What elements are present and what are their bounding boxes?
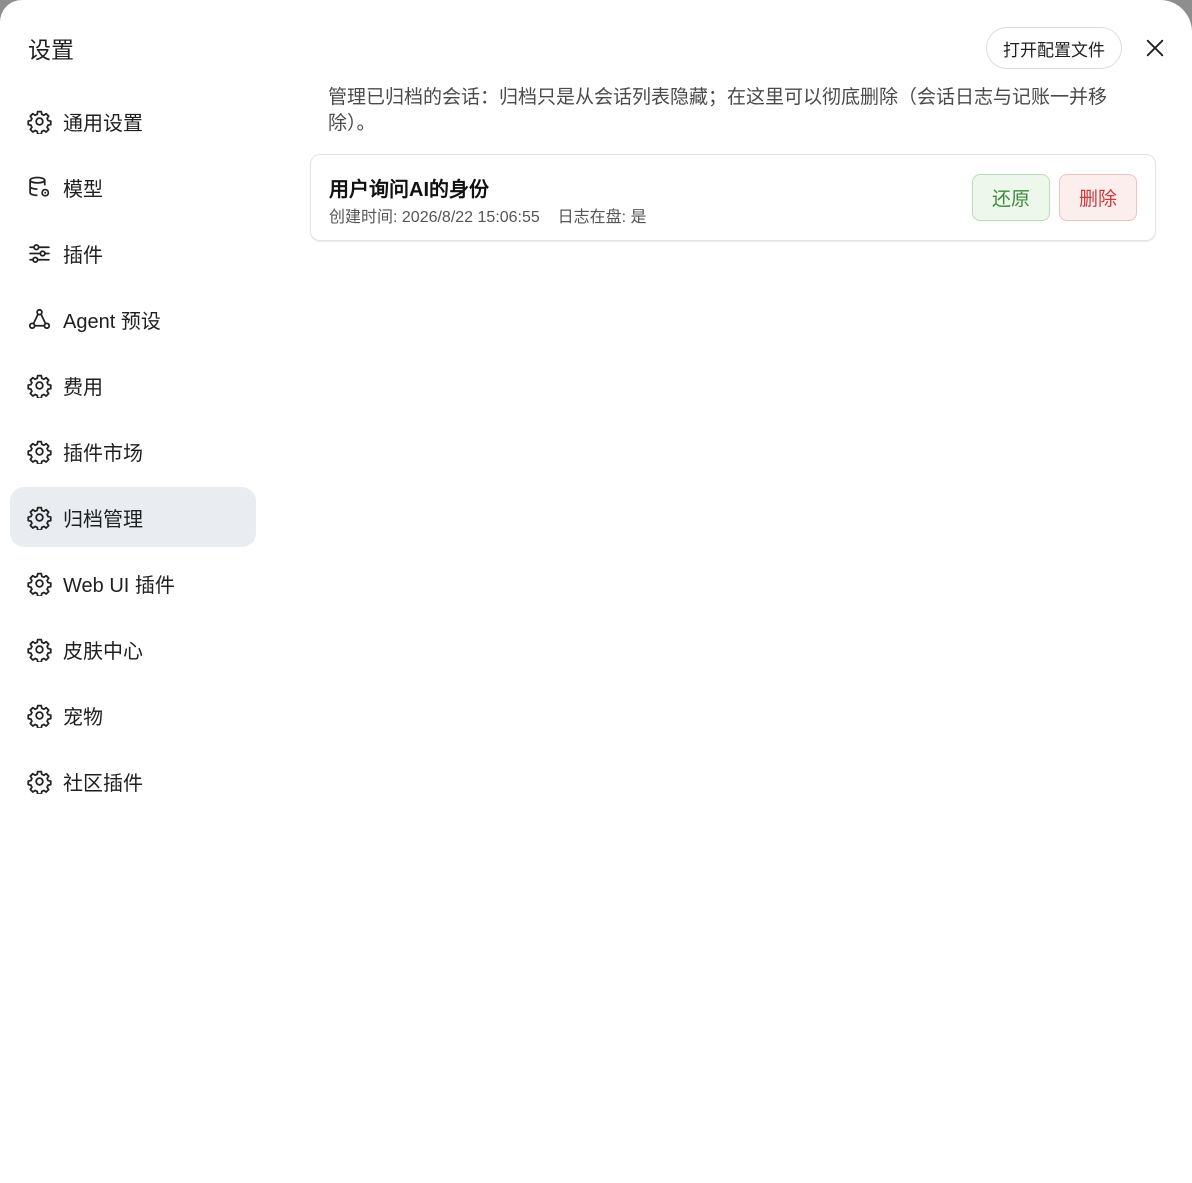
sidebar-item-costs[interactable]: 费用 bbox=[10, 355, 256, 415]
sidebar-item-label: 社区插件 bbox=[63, 772, 143, 795]
archive-description: 管理已归档的会话：归档只是从会话列表隐藏；在这里可以彻底删除（会话日志与记账一并… bbox=[328, 87, 1108, 134]
gear-icon bbox=[27, 703, 52, 728]
sidebar-item-label: 模型 bbox=[63, 178, 103, 201]
session-title: 用户询问AI的身份 bbox=[329, 179, 489, 201]
session-meta: 创建时间: 2026/8/22 15:06:55 日志在盘: 是 bbox=[329, 203, 647, 227]
sidebar: 通用设置 模型 插件 Agent 预设 费用 插件市场 归档管理 Web UI bbox=[10, 91, 256, 817]
archived-session-card: 用户询问AI的身份 创建时间: 2026/8/22 15:06:55 日志在盘:… bbox=[310, 154, 1156, 241]
restore-button[interactable]: 还原 bbox=[972, 174, 1050, 221]
gear-icon bbox=[27, 769, 52, 794]
sidebar-item-webui-plugins[interactable]: Web UI 插件 bbox=[10, 553, 256, 613]
sidebar-item-general[interactable]: 通用设置 bbox=[10, 91, 256, 151]
close-icon bbox=[1146, 39, 1164, 57]
dialog-title: 设置 bbox=[28, 37, 74, 63]
sidebar-item-label: 皮肤中心 bbox=[63, 640, 143, 663]
agent-nodes-icon bbox=[27, 307, 52, 332]
sidebar-item-label: 宠物 bbox=[63, 706, 103, 729]
card-actions: 还原 删除 bbox=[972, 174, 1137, 221]
sliders-icon bbox=[27, 241, 52, 266]
sidebar-item-label: Agent 预设 bbox=[63, 310, 161, 333]
sidebar-item-label: 插件市场 bbox=[63, 442, 143, 465]
gear-icon bbox=[27, 439, 52, 464]
settings-dialog: 设置 打开配置文件 通用设置 模型 插件 Agent 预设 费用 插件市场 归档… bbox=[0, 0, 1192, 1183]
close-button[interactable] bbox=[1140, 33, 1170, 63]
gear-icon bbox=[27, 505, 52, 530]
created-time: 创建时间: 2026/8/22 15:06:55 bbox=[329, 209, 540, 226]
gear-icon bbox=[27, 571, 52, 596]
sidebar-item-archive-management[interactable]: 归档管理 bbox=[10, 487, 256, 547]
sidebar-item-label: 通用设置 bbox=[63, 112, 143, 135]
sidebar-item-label: Web UI 插件 bbox=[63, 574, 175, 597]
delete-button[interactable]: 删除 bbox=[1059, 174, 1137, 221]
sidebar-item-agent-presets[interactable]: Agent 预设 bbox=[10, 289, 256, 349]
gear-icon bbox=[27, 373, 52, 398]
sidebar-item-community-plugins[interactable]: 社区插件 bbox=[10, 751, 256, 811]
database-gear-icon bbox=[27, 175, 52, 200]
sidebar-item-plugin-market[interactable]: 插件市场 bbox=[10, 421, 256, 481]
sidebar-item-models[interactable]: 模型 bbox=[10, 157, 256, 217]
gear-icon bbox=[27, 109, 52, 134]
sidebar-item-label: 插件 bbox=[63, 244, 103, 267]
top-actions: 打开配置文件 bbox=[986, 27, 1170, 69]
sidebar-item-plugins[interactable]: 插件 bbox=[10, 223, 256, 283]
sidebar-item-label: 归档管理 bbox=[63, 508, 143, 531]
sidebar-item-pets[interactable]: 宠物 bbox=[10, 685, 256, 745]
log-on-disk: 日志在盘: 是 bbox=[557, 209, 647, 226]
gear-icon bbox=[27, 637, 52, 662]
open-config-button[interactable]: 打开配置文件 bbox=[986, 27, 1122, 69]
sidebar-item-skin-center[interactable]: 皮肤中心 bbox=[10, 619, 256, 679]
sidebar-item-label: 费用 bbox=[63, 376, 103, 399]
